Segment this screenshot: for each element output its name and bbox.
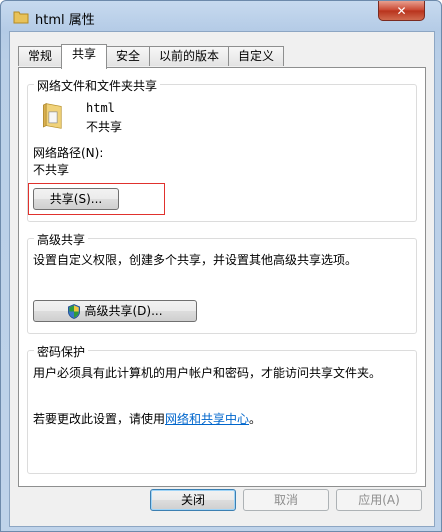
password-change-line: 若要更改此设置，请使用网络和共享中心。 — [33, 410, 261, 427]
tab-previous-versions[interactable]: 以前的版本 — [149, 46, 229, 66]
folder-large-icon — [43, 103, 62, 129]
password-description: 用户必须具有此计算机的用户帐户和密码，才能访问共享文件夹。 — [33, 366, 382, 380]
tab-label: 共享 — [71, 47, 96, 61]
network-path-label: 网络路径(N): — [33, 146, 104, 160]
properties-window: html 属性 ✕ 常规 共享 安全 以前的版本 自定义 网络文件和文件夹共享 … — [0, 0, 442, 532]
dialog-body: 常规 共享 安全 以前的版本 自定义 网络文件和文件夹共享 html 不共享 网… — [9, 31, 435, 527]
title-bar[interactable]: html 属性 ✕ — [1, 1, 441, 31]
tab-customize[interactable]: 自定义 — [228, 46, 284, 66]
folder-share-status: 不共享 — [86, 120, 123, 134]
sharing-panel: 网络文件和文件夹共享 html 不共享 网络路径(N): 不共享 共享(S)..… — [18, 67, 426, 487]
change-setting-text: 若要更改此设置，请使用 — [33, 412, 166, 426]
network-sharing-center-link[interactable]: 网络和共享中心 — [165, 412, 249, 426]
cancel-button[interactable]: 取消 — [243, 489, 329, 511]
tab-general[interactable]: 常规 — [18, 46, 62, 66]
cancel-label: 取消 — [273, 493, 298, 507]
apply-button[interactable]: 应用(A) — [336, 489, 422, 511]
link-suffix: 。 — [249, 412, 262, 426]
apply-label: 应用(A) — [358, 493, 400, 507]
close-icon: ✕ — [396, 3, 407, 18]
advanced-share-button-label: 高级共享(D)... — [84, 304, 163, 318]
group-title: 密码保护 — [34, 343, 89, 360]
advanced-share-group: 高级共享 设置自定义权限，创建多个共享，并设置其他高级共享选项。 高级共享(D)… — [27, 231, 417, 334]
group-title: 网络文件和文件夹共享 — [34, 77, 161, 94]
close-dialog-button[interactable]: 关闭 — [150, 489, 236, 511]
uac-shield-icon — [68, 303, 81, 319]
password-protection-group: 密码保护 用户必须具有此计算机的用户帐户和密码，才能访问共享文件夹。 若要更改此… — [27, 343, 417, 474]
share-button[interactable]: 共享(S)... — [33, 188, 119, 210]
tab-label: 以前的版本 — [158, 49, 219, 63]
tab-label: 常规 — [27, 49, 52, 63]
advanced-share-description: 设置自定义权限，创建多个共享，并设置其他高级共享选项。 — [33, 253, 358, 267]
tab-label: 自定义 — [237, 49, 274, 63]
network-path-value: 不共享 — [33, 163, 70, 177]
advanced-share-button[interactable]: 高级共享(D)... — [33, 300, 197, 322]
group-title: 高级共享 — [34, 231, 89, 248]
tab-label: 安全 — [115, 49, 140, 63]
folder-name: html — [86, 101, 115, 115]
tab-security[interactable]: 安全 — [106, 46, 150, 66]
window-title: html 属性 — [35, 13, 95, 28]
share-button-label: 共享(S)... — [49, 192, 103, 206]
close-dialog-label: 关闭 — [180, 493, 205, 507]
network-share-group: 网络文件和文件夹共享 html 不共享 网络路径(N): 不共享 共享(S)..… — [27, 77, 417, 222]
folder-icon — [13, 11, 29, 24]
close-button[interactable]: ✕ — [378, 1, 425, 21]
tab-sharing[interactable]: 共享 — [61, 44, 107, 69]
